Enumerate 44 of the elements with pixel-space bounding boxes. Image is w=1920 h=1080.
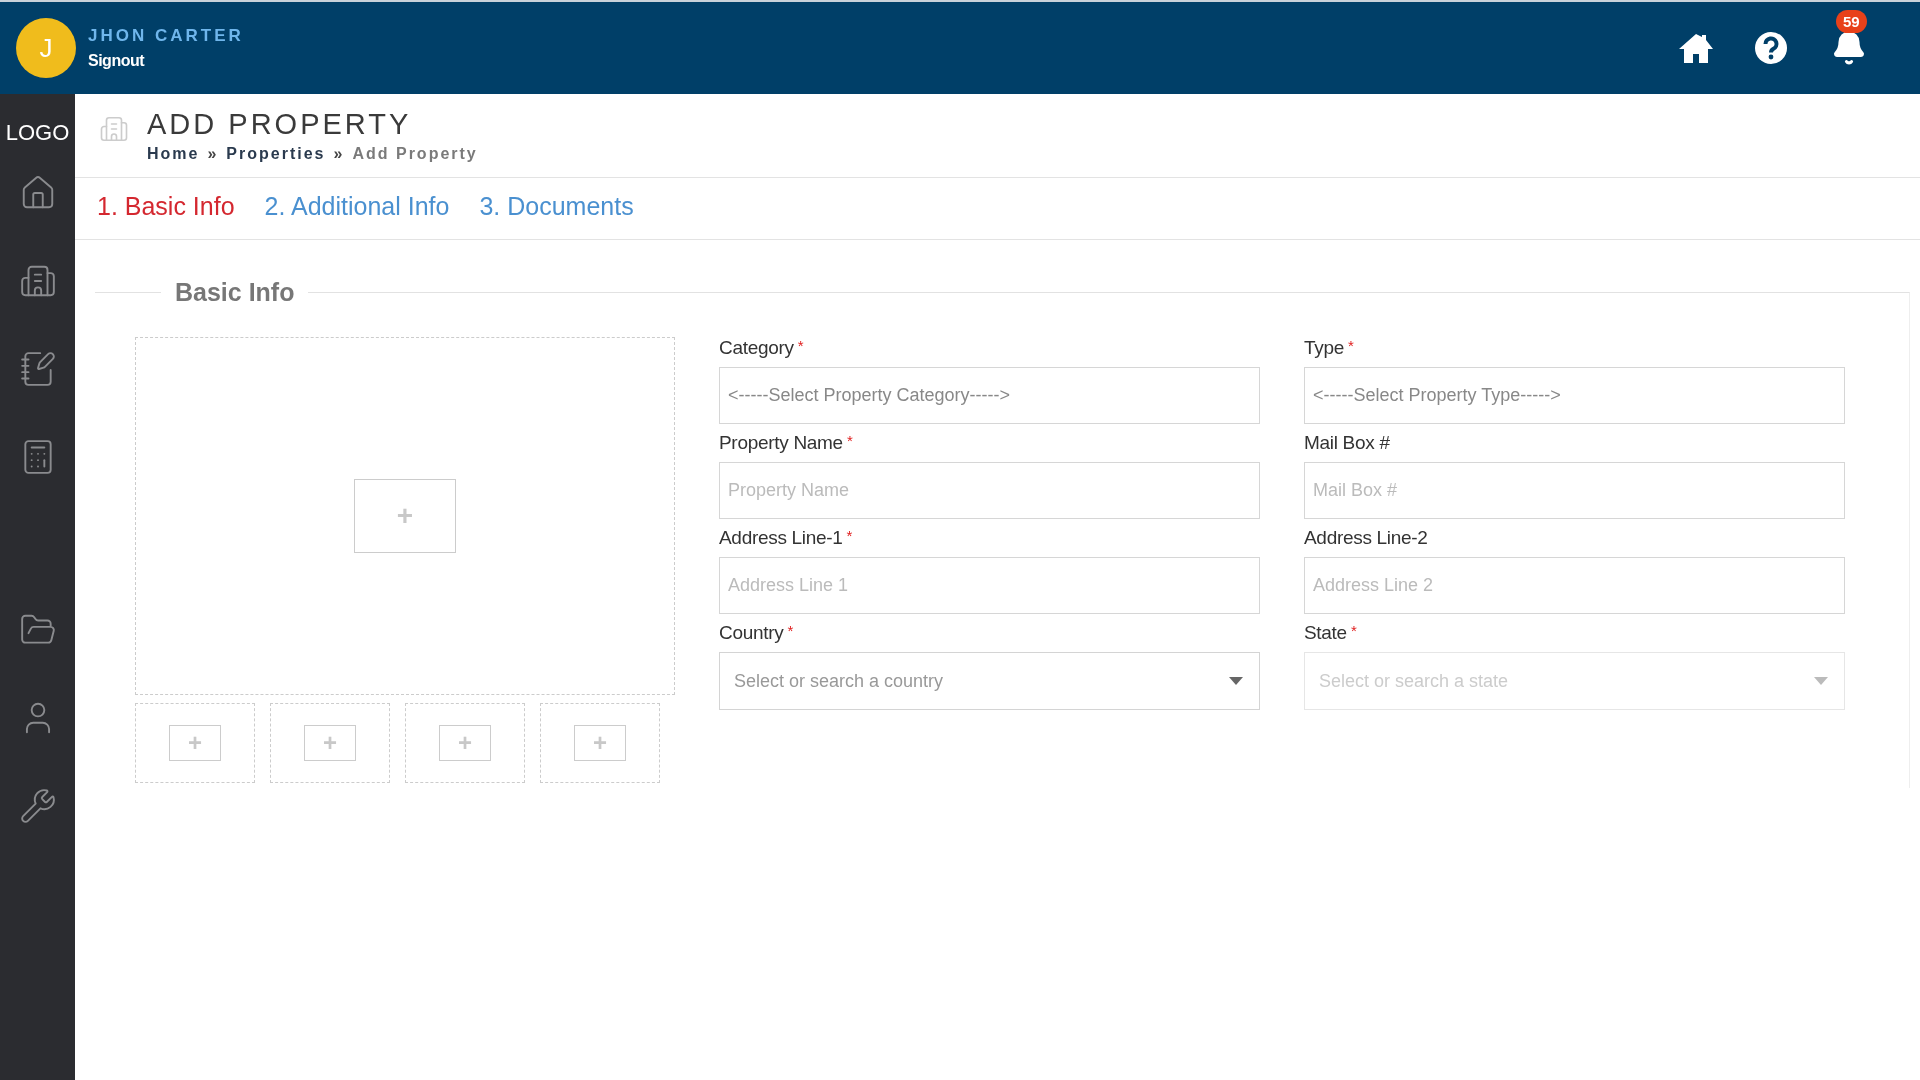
required-mark: * [1348, 337, 1354, 356]
step-tab[interactable]: 3. Documents [479, 192, 634, 221]
breadcrumb-link[interactable]: Home [147, 145, 200, 163]
required-mark: * [846, 527, 853, 546]
field-label: Mail Box # [1304, 432, 1390, 454]
notification-button[interactable]: 59 [1828, 10, 1870, 66]
breadcrumb-link[interactable]: Add Property [352, 145, 478, 163]
select-field[interactable]: <-----Select Property Type-----> [1304, 367, 1845, 424]
required-mark: * [797, 337, 804, 356]
field-label: Category [719, 337, 794, 359]
input-field[interactable]: Property Name [719, 462, 1260, 519]
input-field[interactable]: Address Line 2 [1304, 557, 1845, 614]
wrench-icon[interactable] [18, 787, 57, 825]
field-label: State [1304, 622, 1347, 644]
dropdown-field[interactable]: Select or search a country [719, 652, 1260, 710]
field-label: Country [719, 622, 784, 644]
home-icon[interactable] [1678, 32, 1714, 64]
breadcrumb-separator: » [207, 145, 219, 163]
required-mark: * [787, 622, 794, 641]
field-label: Type [1304, 337, 1344, 359]
document-edit-icon[interactable] [18, 350, 57, 388]
field-label: Address Line-2 [1304, 527, 1428, 549]
select-field[interactable]: <-----Select Property Category-----> [719, 367, 1260, 424]
building-icon [99, 114, 129, 144]
breadcrumb-link[interactable]: Properties [226, 145, 326, 163]
signout-link[interactable]: Signout [88, 52, 1666, 70]
avatar: J [16, 18, 76, 78]
user-name: JHON CARTER [88, 26, 245, 46]
logo: LOGO [5, 120, 70, 146]
field-label: Address Line-1 [719, 527, 843, 549]
caret-icon [1814, 677, 1828, 685]
breadcrumb-separator: » [333, 145, 345, 163]
page-title: ADD PROPERTY [147, 108, 413, 141]
notification-badge: 59 [1836, 10, 1867, 33]
field-label: Property Name [719, 432, 843, 454]
caret-icon [1229, 677, 1243, 685]
required-mark: * [1350, 622, 1357, 641]
input-field[interactable]: Mail Box # [1304, 462, 1845, 519]
step-tab[interactable]: 2. Additional Info [264, 192, 450, 221]
input-field[interactable]: Address Line 1 [719, 557, 1260, 614]
required-mark: * [846, 432, 853, 451]
section-title: Basic Info [174, 278, 296, 307]
help-icon[interactable] [1754, 31, 1788, 65]
step-tab[interactable]: 1. Basic Info [97, 192, 235, 221]
